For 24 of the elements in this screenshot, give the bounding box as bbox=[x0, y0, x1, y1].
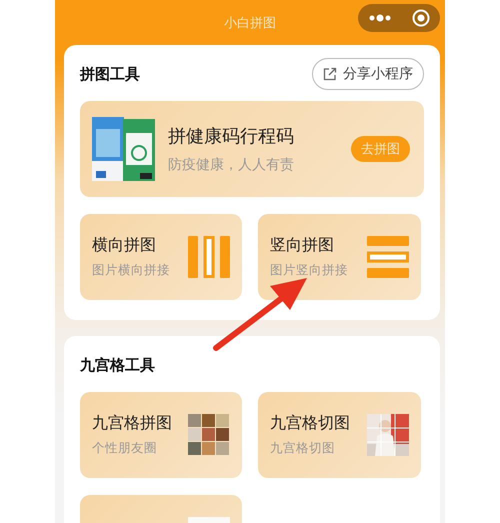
feature-subtitle: 防疫健康，人人有责 bbox=[168, 156, 294, 174]
tile-title: 竖向拼图 bbox=[270, 235, 335, 256]
share-button[interactable]: 分享小程序 bbox=[312, 58, 424, 90]
tile-subtitle: 图片竖向拼接 bbox=[270, 262, 348, 279]
close-icon[interactable] bbox=[412, 9, 430, 27]
rows-icon bbox=[367, 236, 409, 278]
feature-title: 拼健康码行程码 bbox=[168, 125, 294, 148]
tool-card[interactable]: 横向拼图 图片横向拼接 bbox=[80, 214, 242, 300]
tile-title: 横向拼图 bbox=[92, 235, 157, 256]
tool-card[interactable]: 九宫格切图 九宫格切图 bbox=[258, 392, 421, 478]
tile-subtitle: 图片横向拼接 bbox=[92, 262, 170, 279]
feature-card[interactable]: 拼健康码行程码 防疫健康，人人有责 去拼图 bbox=[80, 101, 424, 197]
tile-subtitle: 个性朋友圈 bbox=[92, 440, 158, 457]
share-icon bbox=[323, 67, 337, 81]
columns-icon bbox=[188, 236, 230, 278]
tile-subtitle: 九宫格切图 bbox=[270, 440, 336, 457]
more-icon[interactable] bbox=[368, 14, 392, 22]
app-title: 小白拼图 bbox=[224, 14, 276, 32]
tool-card[interactable]: 竖向拼图 图片竖向拼接 bbox=[258, 214, 421, 300]
section-title: 九宫格工具 bbox=[80, 356, 155, 374]
section-title: 拼图工具 bbox=[80, 64, 140, 84]
tile-title: 九宫格拼图 bbox=[92, 413, 172, 434]
tile-title: 九宫格切图 bbox=[270, 413, 350, 434]
tool-card[interactable]: 九宫格拼图 个性朋友圈 bbox=[80, 392, 242, 478]
